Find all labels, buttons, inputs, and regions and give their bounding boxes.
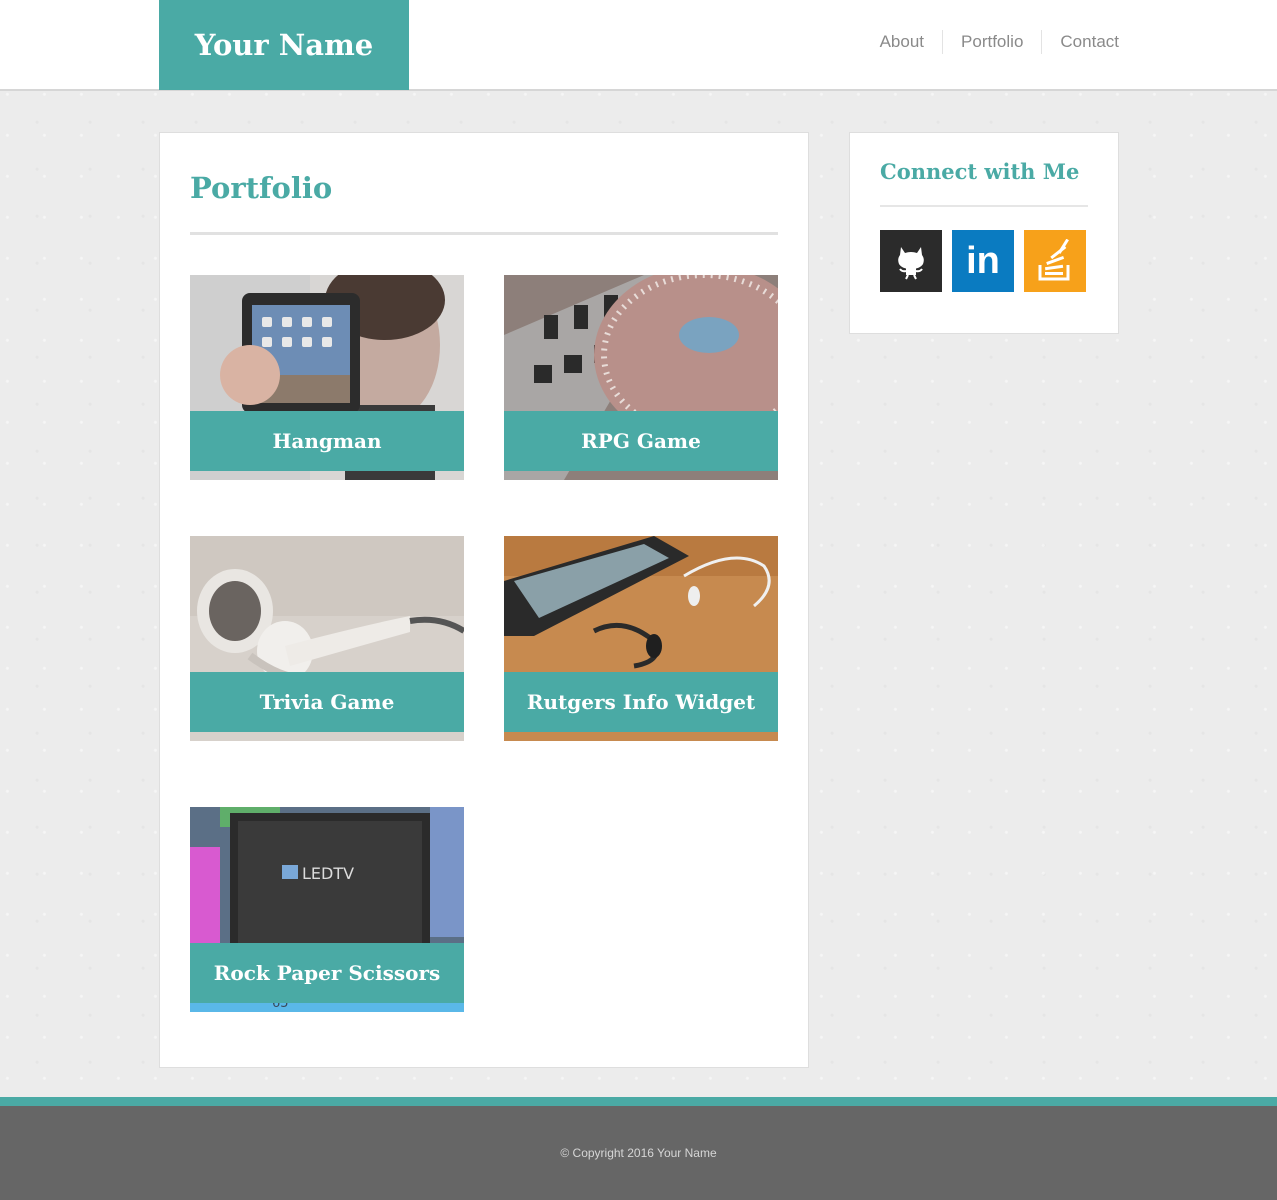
linkedin-icon: in [966, 240, 1000, 282]
github-link[interactable] [880, 230, 942, 292]
stackoverflow-link[interactable] [1024, 230, 1086, 292]
github-icon [898, 247, 924, 280]
tv-brand-text: LEDTV [302, 864, 354, 883]
portfolio-panel: Portfolio Hangman RPG Game Trivia Game R… [159, 132, 809, 1068]
copyright-text: © Copyright 2016 Your Name [560, 1146, 717, 1160]
project-title: Trivia Game [190, 672, 464, 732]
project-title: Rock Paper Scissors [190, 943, 464, 1003]
project-card-trivia-game[interactable]: Trivia Game [190, 536, 464, 741]
stackoverflow-icon [1038, 239, 1070, 281]
connect-panel: Connect with Me in [849, 132, 1119, 334]
project-card-rock-paper-scissors[interactable]: LEDTV 65 Rock Paper Scissors [190, 807, 464, 1012]
linkedin-link[interactable]: in [952, 230, 1014, 292]
site-header: Your Name About Portfolio Contact [0, 0, 1277, 91]
main-nav: About Portfolio Contact [862, 30, 1119, 54]
title-divider [190, 232, 778, 235]
project-card-hangman[interactable]: Hangman [190, 275, 464, 480]
connect-divider [880, 205, 1088, 207]
brand-logo[interactable]: Your Name [159, 0, 409, 90]
page-title: Portfolio [190, 171, 333, 205]
project-title: RPG Game [504, 411, 778, 471]
footer-accent-bar [0, 1097, 1277, 1106]
nav-about[interactable]: About [862, 30, 942, 54]
nav-contact[interactable]: Contact [1041, 30, 1119, 54]
site-footer: © Copyright 2016 Your Name [0, 1106, 1277, 1200]
connect-title: Connect with Me [880, 159, 1080, 184]
project-card-rpg-game[interactable]: RPG Game [504, 275, 778, 480]
project-title: Rutgers Info Widget [504, 672, 778, 732]
project-title: Hangman [190, 411, 464, 471]
project-card-rutgers-info-widget[interactable]: Rutgers Info Widget [504, 536, 778, 741]
nav-portfolio[interactable]: Portfolio [942, 30, 1041, 54]
